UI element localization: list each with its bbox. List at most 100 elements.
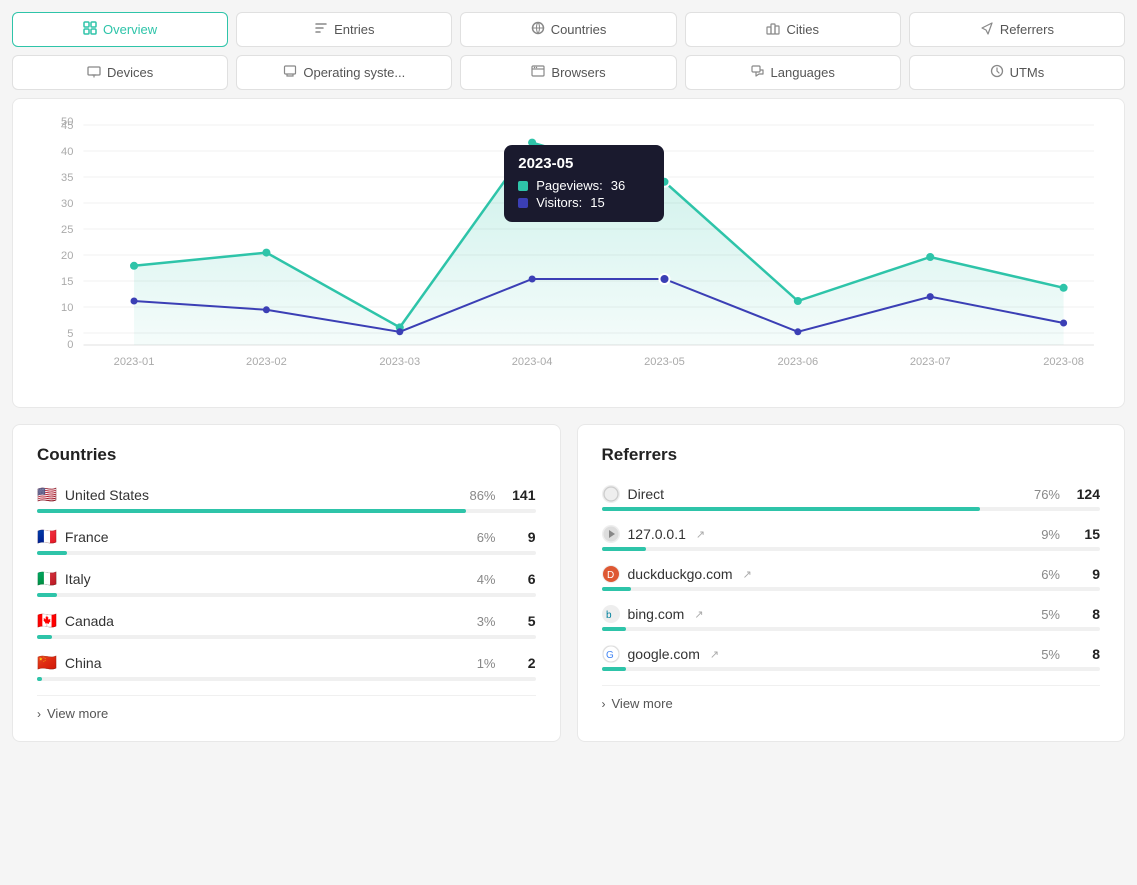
vis-dot-7 — [1060, 320, 1067, 327]
bar-fill — [602, 667, 627, 671]
country-name: Italy — [65, 571, 91, 587]
external-link-icon: ↗ — [743, 568, 752, 581]
referrer-name: bing.com — [628, 606, 685, 622]
tab-os-label: Operating syste... — [303, 65, 405, 80]
bar-fill — [37, 509, 466, 513]
svg-text:2023-08: 2023-08 — [1043, 356, 1084, 368]
tab-cities[interactable]: Cities — [685, 12, 901, 47]
svg-text:2023-01: 2023-01 — [114, 356, 155, 368]
referrer-pct: 5% — [1041, 607, 1060, 622]
countries-view-more[interactable]: › View more — [37, 695, 536, 721]
tab-overview[interactable]: Overview — [12, 12, 228, 47]
pv-dot-1 — [262, 249, 270, 257]
os-icon — [283, 64, 297, 81]
referrer-count: 15 — [1070, 526, 1100, 542]
svg-text:15: 15 — [61, 276, 73, 288]
bar-bg — [37, 677, 536, 681]
pv-dot-3 — [528, 139, 536, 147]
vis-dot-1 — [263, 306, 270, 313]
vis-dot-3 — [529, 276, 536, 283]
referrer-site-icon: G — [602, 645, 620, 663]
pageviews-area — [134, 143, 1064, 345]
svg-text:20: 20 — [61, 250, 73, 262]
tab-devices[interactable]: Devices — [12, 55, 228, 90]
svg-text:5: 5 — [67, 328, 73, 340]
bar-bg — [602, 627, 1101, 631]
referrer-pct: 6% — [1041, 567, 1060, 582]
country-name: China — [65, 655, 102, 671]
tab-languages[interactable]: Languages — [685, 55, 901, 90]
bar-fill — [602, 507, 981, 511]
tabs-row-1: Overview Entries Countries Cities Referr… — [12, 12, 1125, 47]
languages-icon — [751, 64, 765, 81]
bar-fill — [602, 587, 632, 591]
chevron-right-icon: › — [37, 707, 41, 721]
bar-fill — [602, 547, 647, 551]
flag-icon: 🇺🇸 — [37, 485, 57, 505]
country-row: 🇫🇷 France 6% 9 — [37, 527, 536, 555]
referrer-site-icon — [602, 485, 620, 503]
referrer-name: 127.0.0.1 — [628, 526, 686, 542]
bar-fill — [602, 627, 627, 631]
referrer-count: 8 — [1070, 606, 1100, 622]
flag-icon: 🇫🇷 — [37, 527, 57, 547]
country-count: 9 — [506, 529, 536, 545]
tab-browsers[interactable]: Browsers — [460, 55, 676, 90]
chevron-right-icon-ref: › — [602, 697, 606, 711]
referrers-view-more[interactable]: › View more — [602, 685, 1101, 711]
tab-os[interactable]: Operating syste... — [236, 55, 452, 90]
tab-countries-label: Countries — [551, 22, 607, 37]
referrers-title: Referrers — [602, 445, 1101, 465]
vis-dot-0 — [131, 298, 138, 305]
bar-fill — [37, 593, 57, 597]
tabs-row-2: Devices Operating syste... Browsers Lang… — [12, 55, 1125, 90]
countries-card: Countries 🇺🇸 United States 86% 141 🇫🇷 Fr… — [12, 424, 561, 742]
svg-text:40: 40 — [61, 146, 73, 158]
bar-fill — [37, 635, 52, 639]
app-container: Overview Entries Countries Cities Referr… — [0, 0, 1137, 754]
bar-bg — [37, 593, 536, 597]
country-name: France — [65, 529, 109, 545]
tab-devices-label: Devices — [107, 65, 153, 80]
svg-text:D: D — [607, 570, 614, 581]
svg-text:50: 50 — [61, 116, 73, 128]
country-pct: 6% — [477, 530, 496, 545]
country-name: Canada — [65, 613, 114, 629]
referrer-row: D duckduckgo.com↗ 6% 9 — [602, 565, 1101, 591]
referrer-row: 127.0.0.1↗ 9% 15 — [602, 525, 1101, 551]
tab-countries[interactable]: Countries — [460, 12, 676, 47]
bar-bg — [37, 509, 536, 513]
external-link-icon: ↗ — [694, 608, 703, 621]
country-name: United States — [65, 487, 149, 503]
utms-icon — [990, 64, 1004, 81]
country-pct: 4% — [477, 572, 496, 587]
chart-container: 2023-05 Pageviews: 36 Visitors: 15 — [12, 98, 1125, 408]
country-count: 5 — [506, 613, 536, 629]
countries-list: 🇺🇸 United States 86% 141 🇫🇷 France 6% 9 — [37, 485, 536, 681]
country-pct: 3% — [477, 614, 496, 629]
svg-text:2023-04: 2023-04 — [512, 356, 553, 368]
tab-referrers[interactable]: Referrers — [909, 12, 1125, 47]
referrer-name: Direct — [628, 486, 665, 502]
chart-svg: 0 5 10 15 20 25 30 35 40 45 50 — [33, 115, 1104, 375]
svg-text:2023-03: 2023-03 — [379, 356, 420, 368]
tab-utms[interactable]: UTMs — [909, 55, 1125, 90]
referrer-name: duckduckgo.com — [628, 566, 733, 582]
flag-icon: 🇨🇳 — [37, 653, 57, 673]
devices-icon — [87, 64, 101, 81]
overview-icon — [83, 21, 97, 38]
referrer-pct: 9% — [1041, 527, 1060, 542]
country-row: 🇨🇳 China 1% 2 — [37, 653, 536, 681]
tab-referrers-label: Referrers — [1000, 22, 1054, 37]
tab-entries[interactable]: Entries — [236, 12, 452, 47]
flag-icon: 🇨🇦 — [37, 611, 57, 631]
vis-dot-6 — [927, 293, 934, 300]
flag-icon: 🇮🇹 — [37, 569, 57, 589]
referrer-site-icon: D — [602, 565, 620, 583]
referrer-site-icon — [602, 525, 620, 543]
referrer-row: G google.com↗ 5% 8 — [602, 645, 1101, 671]
cities-icon — [766, 21, 780, 38]
chart-area: 2023-05 Pageviews: 36 Visitors: 15 — [33, 115, 1104, 395]
pv-dot-5 — [794, 297, 802, 305]
referrers-card: Referrers Direct 76% 124 127.0.0.1↗ 9% 1… — [577, 424, 1126, 742]
